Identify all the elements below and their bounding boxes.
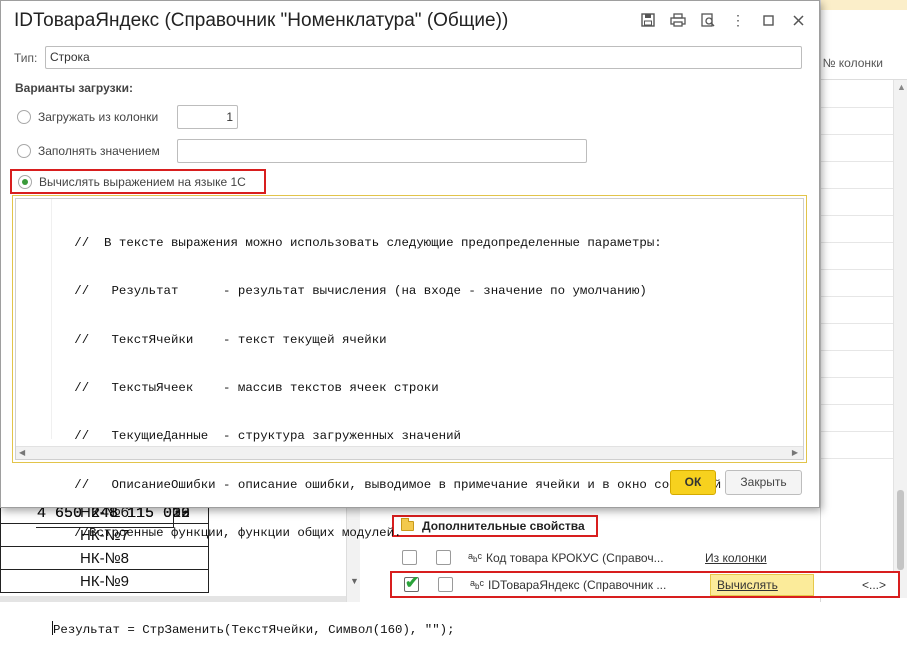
row-divider <box>821 323 893 324</box>
row-divider <box>821 242 893 243</box>
code-line: // ТекстыЯчеек - массив текстов ячеек ст… <box>52 381 439 396</box>
vertical-scrollbar[interactable]: ▲ <box>893 80 907 598</box>
more-icon[interactable]: ⋮ <box>729 11 747 29</box>
background-columns-panel: № колонки ▲ <box>820 0 907 602</box>
row-divider <box>821 377 893 378</box>
expression-editor[interactable]: // В тексте выражения можно использовать… <box>12 195 807 637</box>
type-field[interactable]: Строка <box>45 46 802 69</box>
code-area[interactable]: // В тексте выражения можно использовать… <box>52 203 721 670</box>
row-divider <box>821 431 893 432</box>
code-line: Результат = СтрЗаменить(ТекстЯчейки, Сим… <box>53 623 455 638</box>
code-line: // ТекущиеДанные - структура загруженных… <box>52 429 461 444</box>
row-divider <box>821 134 893 135</box>
radio-fill-value[interactable] <box>17 144 31 158</box>
row-divider <box>821 215 893 216</box>
print-icon[interactable] <box>669 11 687 29</box>
scroll-left-icon[interactable]: ◀ <box>19 448 25 457</box>
load-variants-heading: Варианты загрузки: <box>15 81 133 95</box>
close-button[interactable]: Закрыть <box>725 470 802 495</box>
row-divider <box>821 161 893 162</box>
dialog-titlebar[interactable]: IDТовараЯндекс (Справочник "Номенклатура… <box>1 1 819 41</box>
row-divider <box>821 107 893 108</box>
radio-load-from-column[interactable] <box>17 110 31 124</box>
editor-hscrollbar[interactable]: ◀ ▶ <box>16 446 803 459</box>
dialog-title: IDТовараЯндекс (Справочник "Номенклатура… <box>14 10 509 31</box>
code-line: // В тексте выражения можно использовать… <box>52 236 662 251</box>
code-line: // Результат - результат вычисления (на … <box>52 284 647 299</box>
row-divider <box>821 350 893 351</box>
code-line-active: Результат = СтрЗаменить(ТекстЯчейки, Сим… <box>52 621 721 637</box>
row-divider <box>821 296 893 297</box>
type-row: Тип: Строка <box>14 46 802 69</box>
radio-compute-expression[interactable] <box>18 174 32 189</box>
scroll-right-icon[interactable]: ▶ <box>792 448 798 457</box>
more-button[interactable]: <...> <box>862 578 886 592</box>
row-divider <box>821 269 893 270</box>
option-label[interactable]: Загружать из колонки <box>38 110 158 124</box>
column-number-input[interactable]: 1 <box>177 105 238 129</box>
option-label[interactable]: Заполнять значением <box>38 144 160 158</box>
column-number-header[interactable]: № колонки <box>821 46 907 80</box>
code-line: // ТекстЯчейки - текст текущей ячейки <box>52 332 387 347</box>
scroll-up-icon[interactable]: ▲ <box>897 82 906 92</box>
code-line: // ОписаниеОшибки - описание ошибки, выв… <box>52 477 722 492</box>
maximize-icon[interactable] <box>759 11 777 29</box>
save-icon[interactable] <box>639 11 657 29</box>
row-divider <box>821 188 893 189</box>
expression-dialog: IDТовараЯндекс (Справочник "Номенклатура… <box>0 0 820 637</box>
code-line: //Встроенные функции, функции общих моду… <box>52 525 402 540</box>
fill-value-input[interactable] <box>177 139 587 163</box>
ok-button[interactable]: ОК <box>670 470 716 495</box>
close-icon[interactable] <box>789 11 807 29</box>
scroll-thumb[interactable] <box>897 490 904 570</box>
row-divider <box>821 404 893 405</box>
editor-frame: // В тексте выражения можно использовать… <box>15 198 804 637</box>
option-load-from-column[interactable]: Загружать из колонки <box>17 105 158 129</box>
option-label[interactable]: Вычислять выражением на языке 1С <box>39 175 246 189</box>
load-mode-link[interactable]: Вычислять <box>710 573 814 596</box>
option-fill-value[interactable]: Заполнять значением <box>17 139 160 163</box>
option-compute-expression[interactable]: Вычислять выражением на языке 1С <box>10 169 266 194</box>
background-top-strip <box>821 0 907 10</box>
titlebar-icons: ⋮ <box>627 11 807 29</box>
preview-icon[interactable] <box>699 11 717 29</box>
type-label: Тип: <box>14 50 38 65</box>
row-divider <box>821 458 893 459</box>
editor-gutter <box>16 199 52 439</box>
